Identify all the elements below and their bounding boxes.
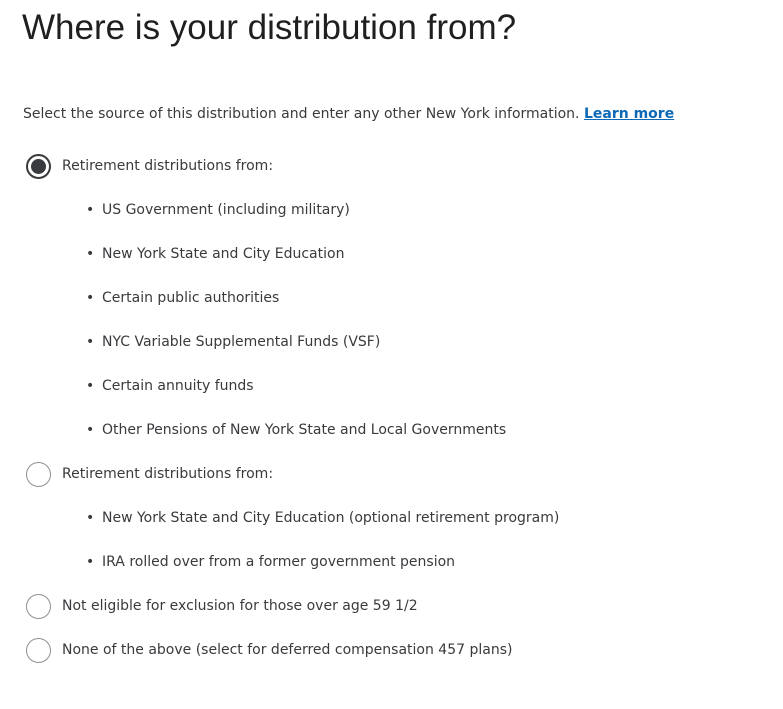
radio-option-retirement-government[interactable]: Retirement distributions from: xyxy=(26,153,273,179)
radio-label: Retirement distributions from: xyxy=(62,158,274,174)
bullet-icon: • xyxy=(86,334,95,350)
bullet-icon: • xyxy=(86,510,95,526)
radio-label: None of the above (select for deferred c… xyxy=(62,642,513,658)
bullet-icon: • xyxy=(86,290,95,306)
bullet-icon: • xyxy=(86,378,95,394)
page-title: Where is your distribution from? xyxy=(22,8,517,47)
radio-option-retirement-education[interactable]: Retirement distributions from: xyxy=(26,461,273,487)
bullet-icon: • xyxy=(86,554,95,570)
intro-text: Select the source of this distribution a… xyxy=(23,104,674,124)
list-item: • New York State and City Education (opti… xyxy=(86,508,559,552)
intro-text-body: Select the source of this distribution a… xyxy=(23,106,580,122)
list-item-text: US Government (including military) xyxy=(102,202,350,218)
bullet-list-option-1: • US Government (including military) • New… xyxy=(86,200,506,464)
list-item-text: Certain public authorities xyxy=(102,290,280,306)
list-item: • Certain public authorities xyxy=(86,288,506,332)
list-item-text: IRA rolled over from a former government… xyxy=(102,554,456,570)
list-item: • US Government (including military) xyxy=(86,200,506,244)
list-item: • Other Pensions of New York State and Lo… xyxy=(86,420,506,464)
learn-more-link[interactable]: Learn more xyxy=(584,106,674,122)
radio-unselected-icon[interactable] xyxy=(26,461,51,487)
list-item: • IRA rolled over from a former governmen… xyxy=(86,552,559,596)
list-item: • Certain annuity funds xyxy=(86,376,506,420)
radio-option-not-eligible[interactable]: Not eligible for exclusion for those ove… xyxy=(26,593,418,619)
radio-label: Not eligible for exclusion for those ove… xyxy=(62,598,418,614)
bullet-icon: • xyxy=(86,202,95,218)
radio-label: Retirement distributions from: xyxy=(62,466,274,482)
list-item: • NYC Variable Supplemental Funds (VSF) xyxy=(86,332,506,376)
list-item-text: NYC Variable Supplemental Funds (VSF) xyxy=(102,334,381,350)
list-item-text: New York State and City Education (optio… xyxy=(102,510,560,526)
bullet-list-option-2: • New York State and City Education (opti… xyxy=(86,508,559,596)
radio-option-none-of-the-above[interactable]: None of the above (select for deferred c… xyxy=(26,637,512,663)
list-item-text: New York State and City Education xyxy=(102,246,345,262)
bullet-icon: • xyxy=(86,422,95,438)
list-item: • New York State and City Education xyxy=(86,244,506,288)
radio-selected-icon[interactable] xyxy=(26,153,51,179)
radio-unselected-icon[interactable] xyxy=(26,593,51,619)
list-item-text: Certain annuity funds xyxy=(102,378,254,394)
bullet-icon: • xyxy=(86,246,95,262)
radio-unselected-icon[interactable] xyxy=(26,637,51,663)
list-item-text: Other Pensions of New York State and Loc… xyxy=(102,422,507,438)
